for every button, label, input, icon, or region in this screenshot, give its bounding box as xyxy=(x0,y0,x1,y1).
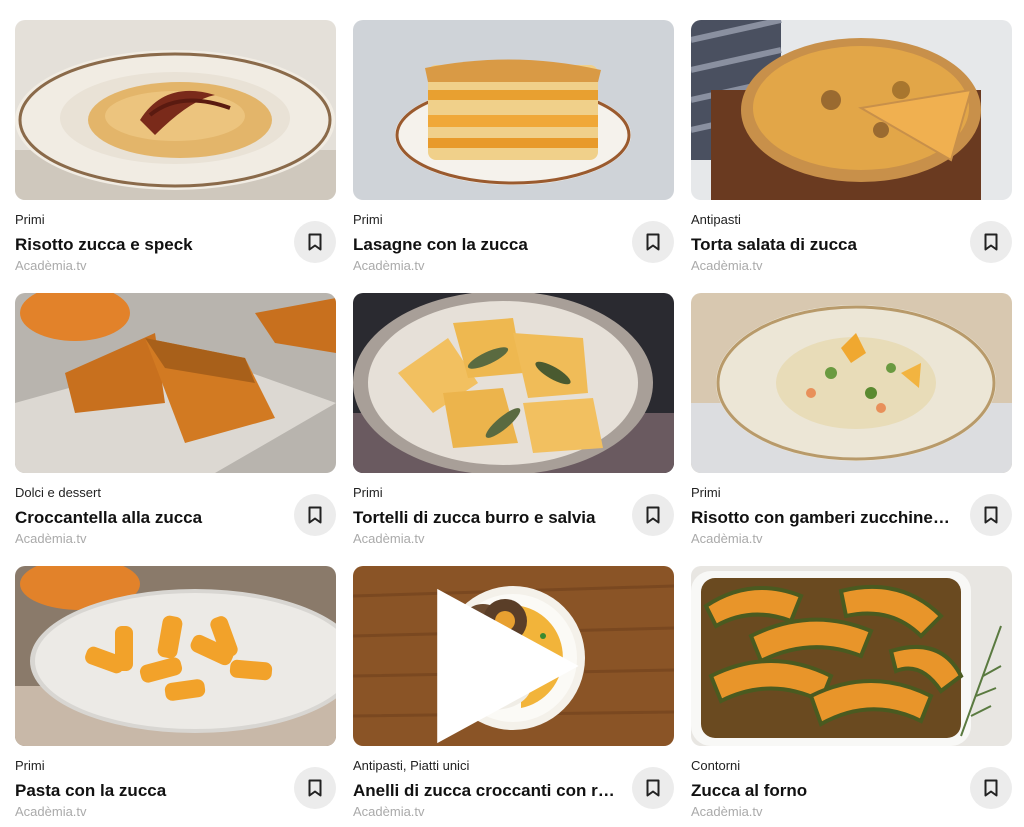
recipe-title[interactable]: Anelli di zucca croccanti con riso basma… xyxy=(353,780,615,802)
recipe-title[interactable]: Croccantella alla zucca xyxy=(15,507,277,529)
bookmark-button[interactable] xyxy=(632,221,674,263)
recipe-title[interactable]: Lasagne con la zucca xyxy=(353,234,615,256)
bookmark-icon xyxy=(646,779,660,797)
recipe-category: Primi xyxy=(691,485,721,500)
recipe-image[interactable] xyxy=(15,566,336,746)
bookmark-icon xyxy=(308,506,322,524)
recipe-card[interactable]: Primi Lasagne con la zucca Acadèmia.tv xyxy=(353,20,674,293)
bookmark-icon xyxy=(308,779,322,797)
recipe-category: Antipasti xyxy=(691,212,741,227)
bookmark-button[interactable] xyxy=(294,221,336,263)
recipe-title[interactable]: Risotto con gamberi zucchine e fiori di … xyxy=(691,507,953,529)
recipe-card[interactable]: Dolci e dessert Croccantella alla zucca … xyxy=(15,293,336,566)
recipe-image[interactable] xyxy=(15,293,336,473)
bookmark-icon xyxy=(984,233,998,251)
recipe-title[interactable]: Pasta con la zucca xyxy=(15,780,277,802)
bookmark-button[interactable] xyxy=(632,494,674,536)
recipe-video-thumbnail[interactable] xyxy=(353,566,674,746)
bookmark-icon xyxy=(984,779,998,797)
recipe-card[interactable]: Primi Tortelli di zucca burro e salvia A… xyxy=(353,293,674,566)
recipe-source: Acadèmia.tv xyxy=(353,804,425,819)
recipe-image[interactable] xyxy=(15,20,336,200)
bookmark-icon xyxy=(646,506,660,524)
recipe-category: Primi xyxy=(15,212,45,227)
recipe-grid: Primi Risotto zucca e speck Acadèmia.tv … xyxy=(15,20,1012,819)
bookmark-icon xyxy=(984,506,998,524)
recipe-source: Acadèmia.tv xyxy=(691,531,763,546)
recipe-category: Dolci e dessert xyxy=(15,485,101,500)
recipe-source: Acadèmia.tv xyxy=(15,804,87,819)
play-icon xyxy=(437,588,579,744)
recipe-card[interactable]: Contorni Zucca al forno Acadèmia.tv xyxy=(691,566,1012,819)
bookmark-button[interactable] xyxy=(294,767,336,809)
recipe-card[interactable]: Primi Risotto con gamberi zucchine e fio… xyxy=(691,293,1012,566)
recipe-source: Acadèmia.tv xyxy=(353,531,425,546)
bookmark-icon xyxy=(646,233,660,251)
recipe-source: Acadèmia.tv xyxy=(353,258,425,273)
recipe-image[interactable] xyxy=(353,20,674,200)
bookmark-button[interactable] xyxy=(970,767,1012,809)
recipe-source: Acadèmia.tv xyxy=(691,804,763,819)
recipe-source: Acadèmia.tv xyxy=(15,531,87,546)
recipe-title[interactable]: Tortelli di zucca burro e salvia xyxy=(353,507,615,529)
recipe-image[interactable] xyxy=(691,20,1012,200)
recipe-title[interactable]: Zucca al forno xyxy=(691,780,953,802)
bookmark-button[interactable] xyxy=(632,767,674,809)
recipe-source: Acadèmia.tv xyxy=(691,258,763,273)
recipe-card[interactable]: Primi Pasta con la zucca Acadèmia.tv xyxy=(15,566,336,819)
recipe-image[interactable] xyxy=(691,566,1012,746)
bookmark-button[interactable] xyxy=(294,494,336,536)
recipe-card[interactable]: Antipasti Torta salata di zucca Acadèmia… xyxy=(691,20,1012,293)
recipe-image[interactable] xyxy=(353,293,674,473)
recipe-category: Primi xyxy=(353,212,383,227)
bookmark-icon xyxy=(308,233,322,251)
bookmark-button[interactable] xyxy=(970,494,1012,536)
recipe-category: Primi xyxy=(15,758,45,773)
recipe-title[interactable]: Torta salata di zucca xyxy=(691,234,953,256)
recipe-source: Acadèmia.tv xyxy=(15,258,87,273)
bookmark-button[interactable] xyxy=(970,221,1012,263)
recipe-image[interactable] xyxy=(691,293,1012,473)
recipe-title[interactable]: Risotto zucca e speck xyxy=(15,234,277,256)
recipe-category: Contorni xyxy=(691,758,741,773)
recipe-category: Primi xyxy=(353,485,383,500)
recipe-card[interactable]: Antipasti, Piatti unici Anelli di zucca … xyxy=(353,566,674,819)
recipe-category: Antipasti, Piatti unici xyxy=(353,758,470,773)
recipe-card[interactable]: Primi Risotto zucca e speck Acadèmia.tv xyxy=(15,20,336,293)
